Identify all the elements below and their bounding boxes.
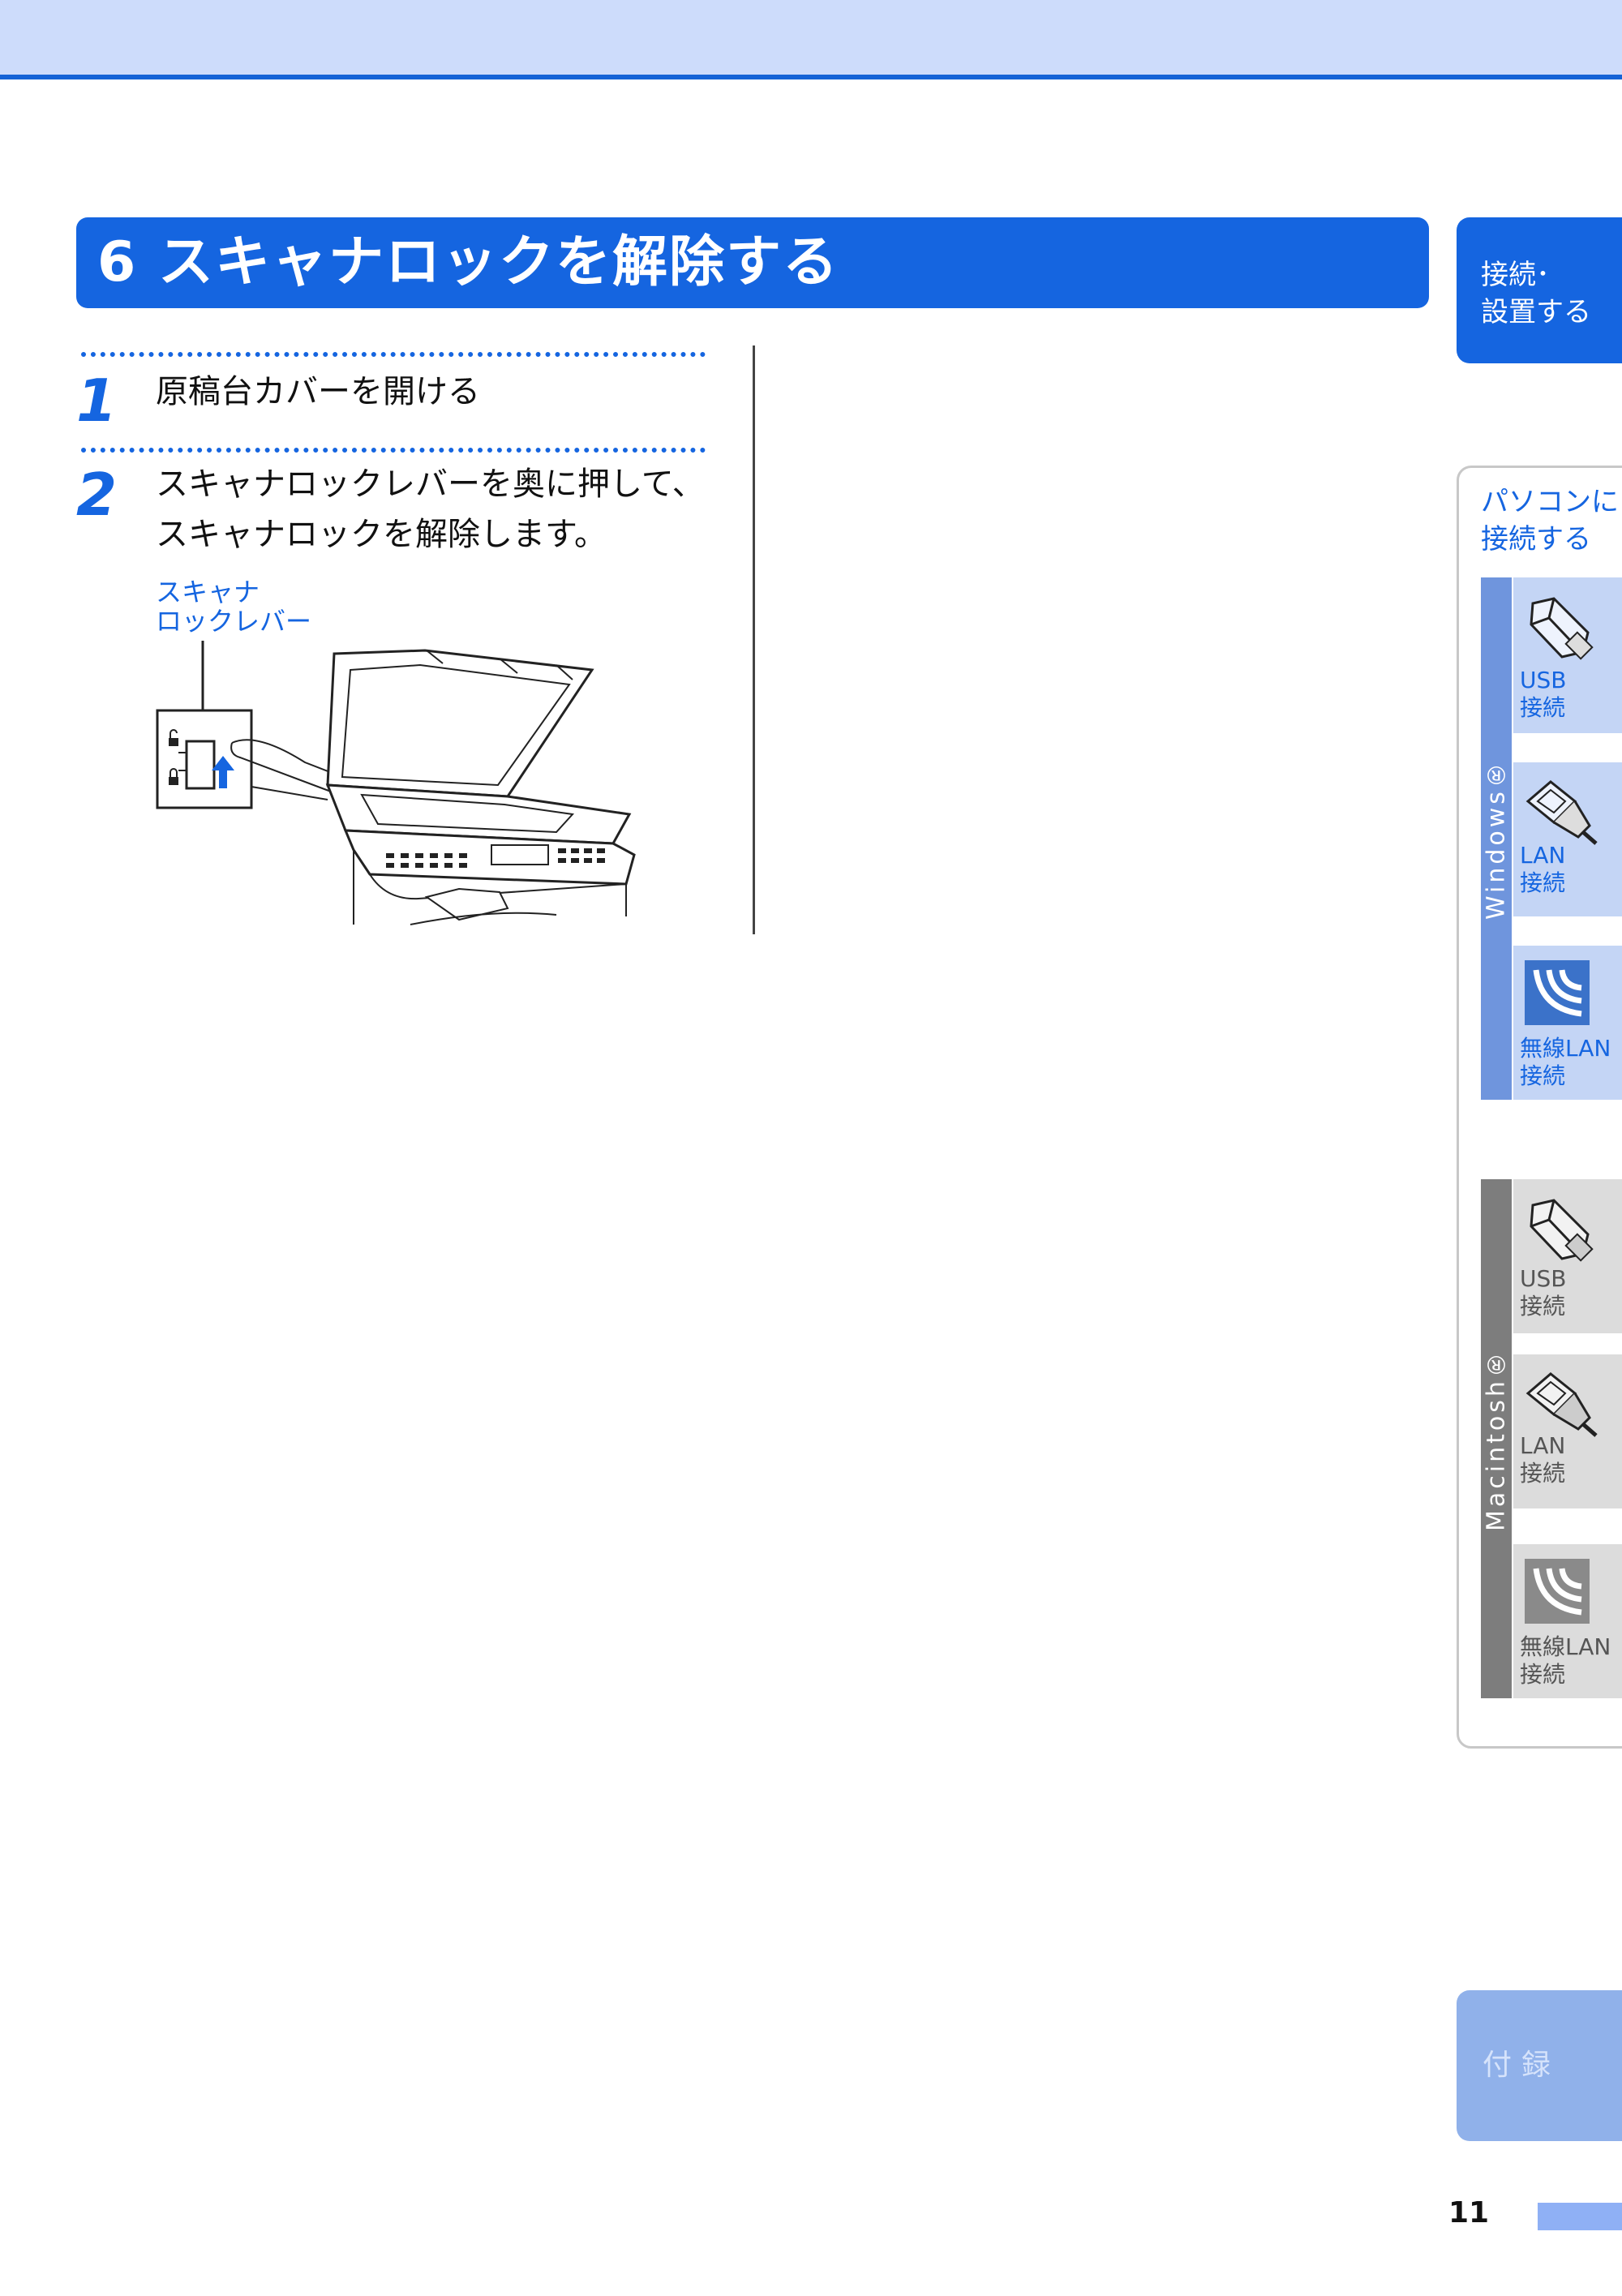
step-2-text-line-2: スキャナロックを解除します。 [156, 516, 607, 553]
dotted-divider [81, 448, 706, 453]
tile-label-line-1: LAN [1520, 1432, 1566, 1459]
macintosh-label: Macintosh® [1482, 1346, 1511, 1531]
top-header-rule [0, 75, 1622, 79]
section-title: 6 スキャナロックを解除する [76, 217, 1429, 308]
usb-cable-icon [1530, 597, 1594, 660]
usb-cable-icon [1530, 1199, 1594, 1262]
tile-label-line-2: 接続 [1520, 869, 1566, 896]
tile-label-line-2: 接続 [1520, 694, 1566, 721]
column-divider [753, 345, 755, 934]
tile-label-line-2: 接続 [1520, 1062, 1566, 1089]
tile-label-line-2: 接続 [1520, 1460, 1566, 1487]
tile-label: 無線LAN 接続 [1520, 1035, 1611, 1090]
pc-connection-heading: パソコンに 接続する [1481, 483, 1619, 558]
step-1-number: 1 [76, 367, 118, 435]
tile-label-line-1: USB [1520, 667, 1567, 693]
callout-line-2: ロックレバー [156, 606, 312, 637]
tile-label-line-2: 接続 [1520, 1293, 1566, 1320]
tile-label: LAN 接続 [1520, 842, 1565, 897]
tile-windows-lan[interactable]: LAN 接続 [1513, 762, 1622, 916]
tab-setup-line-2: 設置する [1481, 296, 1591, 328]
tile-label-line-1: 無線LAN [1520, 1035, 1611, 1062]
tile-label-line-2: 接続 [1520, 1661, 1566, 1688]
tab-appendix[interactable]: 付録 [1457, 1990, 1622, 2141]
tile-windows-usb[interactable]: USB 接続 [1513, 577, 1622, 733]
tile-label-line-1: USB [1520, 1265, 1567, 1292]
top-header-band [0, 0, 1622, 75]
tile-label-line-1: 無線LAN [1520, 1633, 1611, 1660]
wireless-icon [1525, 960, 1590, 1025]
tile-windows-wireless-lan[interactable]: 無線LAN 接続 [1513, 946, 1622, 1100]
tile-mac-usb[interactable]: USB 接続 [1513, 1179, 1622, 1333]
scanner-lock-lever-callout: スキャナ ロックレバー [156, 577, 311, 636]
page-number: 11 [1448, 2196, 1490, 2229]
tab-connect-setup[interactable]: 接続･ 設置する [1457, 217, 1622, 363]
tile-mac-lan[interactable]: LAN 接続 [1513, 1354, 1622, 1508]
pc-heading-line-2: 接続する [1481, 523, 1591, 556]
scanner-lock-illustration [156, 641, 636, 925]
lan-cable-icon [1525, 780, 1598, 845]
step-2-number: 2 [76, 461, 118, 529]
tile-label: 無線LAN 接続 [1520, 1633, 1611, 1689]
tile-label: USB 接続 [1520, 667, 1566, 722]
tab-setup-line-1: 接続･ [1481, 259, 1550, 291]
tile-label: LAN 接続 [1520, 1432, 1565, 1487]
lan-cable-icon [1525, 1372, 1598, 1437]
page-number-bar [1538, 2203, 1622, 2230]
tile-label-line-1: LAN [1520, 842, 1566, 869]
step-2-text: スキャナロックレバーを奥に押して、 スキャナロックを解除します。 [156, 459, 705, 560]
tile-mac-wireless-lan[interactable]: 無線LAN 接続 [1513, 1544, 1622, 1698]
callout-line-1: スキャナ [156, 577, 260, 607]
tile-label: USB 接続 [1520, 1265, 1566, 1320]
pc-heading-line-1: パソコンに [1481, 486, 1619, 518]
windows-label: Windows® [1482, 757, 1511, 921]
dotted-divider [81, 352, 706, 357]
step-2-text-line-1: スキャナロックレバーを奥に押して、 [156, 466, 705, 503]
step-1-text: 原稿台カバーを開ける [156, 373, 480, 410]
wireless-icon [1525, 1559, 1590, 1624]
